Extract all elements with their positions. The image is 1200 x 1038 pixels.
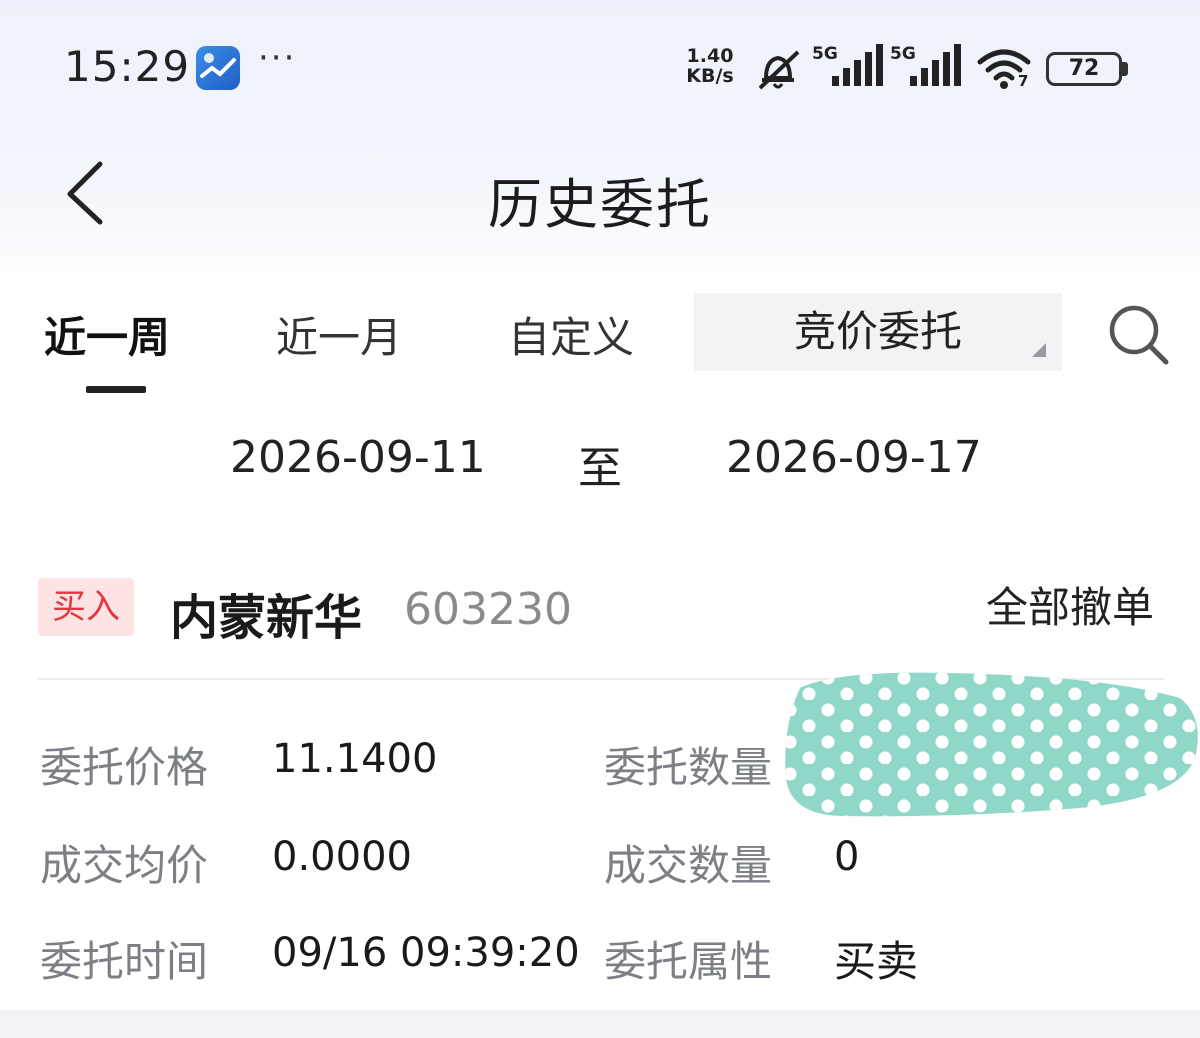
filled-quantity-label: 成交数量 — [604, 841, 773, 890]
order-type-dropdown[interactable]: 竞价委托 — [694, 293, 1062, 371]
cancel-all-button[interactable]: 全部撤单 — [986, 574, 1154, 635]
buy-badge: 买入 — [38, 578, 134, 636]
status-bar: 15:29 ··· 1.40 KB/s 5G 5G 7 72 — [0, 0, 1200, 130]
order-type-selected: 竞价委托 — [793, 307, 962, 356]
order-price-label: 委托价格 — [40, 743, 209, 792]
tab-custom[interactable]: 自定义 — [508, 304, 634, 365]
date-separator: 至 — [578, 443, 622, 494]
network-speed-unit: KB/s — [686, 65, 734, 87]
cell-signal-icon — [908, 44, 962, 92]
redaction-overlay — [780, 668, 1200, 818]
stock-name: 内蒙新华 — [170, 590, 363, 646]
mute-bell-icon — [752, 44, 804, 98]
page-title: 历史委托 — [488, 173, 712, 236]
active-tab-indicator — [86, 386, 146, 393]
battery-indicator: 72 — [1046, 52, 1122, 86]
dropdown-corner-arrow-icon — [1032, 343, 1046, 357]
network-speed: 1.40 KB/s — [680, 46, 740, 86]
order-quantity-label: 委托数量 — [604, 743, 773, 792]
cell-signal-icon — [830, 44, 884, 92]
network-speed-value: 1.40 — [686, 45, 734, 67]
search-icon — [1109, 305, 1169, 365]
battery-tip — [1122, 62, 1128, 76]
sina-finance-icon — [196, 46, 240, 90]
wifi-level: 7 — [1018, 72, 1029, 90]
more-notifications-icon: ··· — [258, 38, 297, 78]
tab-last-month[interactable]: 近一月 — [276, 304, 402, 365]
avg-price-label: 成交均价 — [40, 841, 209, 890]
order-time-value: 09/16 09:39:20 — [272, 930, 580, 976]
search-button[interactable] — [1106, 302, 1170, 366]
date-from[interactable]: 2026-09-11 — [230, 432, 486, 483]
order-attribute-value: 买卖 — [834, 937, 919, 986]
order-attribute-label: 委托属性 — [604, 937, 773, 986]
order-price-value: 11.1400 — [272, 736, 438, 782]
stock-code: 603230 — [404, 584, 572, 635]
order-time-label: 委托时间 — [40, 937, 209, 986]
filled-quantity-value: 0 — [834, 834, 860, 880]
tab-last-week[interactable]: 近一周 — [44, 304, 170, 365]
status-time: 15:29 — [64, 42, 191, 91]
avg-price-value: 0.0000 — [272, 834, 412, 880]
date-to[interactable]: 2026-09-17 — [726, 432, 982, 483]
